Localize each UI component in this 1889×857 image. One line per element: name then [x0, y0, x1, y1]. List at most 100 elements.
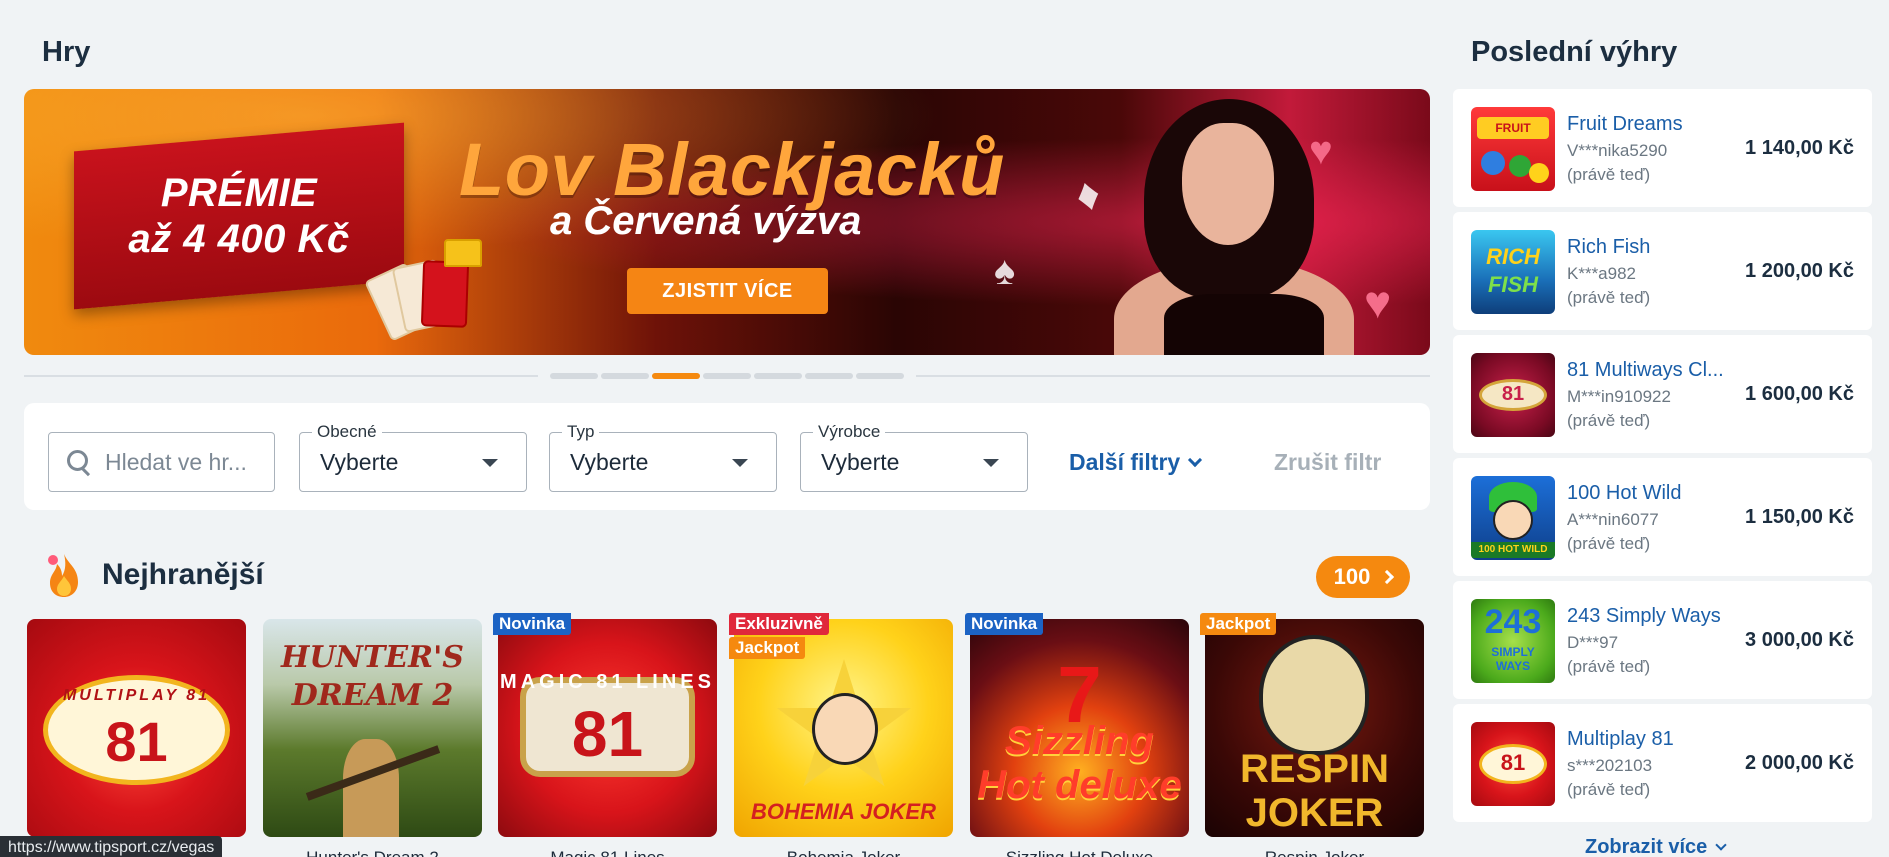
win-game-name[interactable]: Multiplay 81: [1567, 728, 1674, 751]
game-tile[interactable]: MAGIC 81 LINES 81: [498, 619, 717, 837]
win-time: (právě teď): [1567, 780, 1651, 799]
game-art-title: MAGIC 81 LINES: [500, 671, 715, 693]
badge-jackpot: Jackpot: [1200, 613, 1277, 635]
game-thumbnail: 100 HOT WILD: [1471, 476, 1555, 560]
game-tile[interactable]: HUNTER'S DREAM 2: [263, 619, 482, 837]
banner-ribbon-line2: až 4 400 Kč: [128, 217, 350, 261]
win-user: K***a982: [1567, 264, 1637, 283]
win-user: D***97: [1567, 633, 1619, 652]
typ-select[interactable]: Typ Vyberte: [549, 422, 777, 492]
slider-dot[interactable]: [754, 373, 802, 379]
win-user: A***nin6077: [1567, 510, 1659, 529]
banner-subline: a Červená výzva: [550, 199, 862, 243]
learn-more-button[interactable]: ZJISTIT VÍCE: [627, 268, 828, 314]
more-filters-button[interactable]: Další filtry: [1069, 449, 1203, 476]
heart-suit-icon: ♥: [1364, 276, 1392, 328]
promo-banner[interactable]: PRÉMIE až 4 400 Kč Lov Blackjacků a Červ…: [24, 89, 1430, 355]
slider-dot[interactable]: [601, 373, 649, 379]
typ-value: Vyberte: [570, 449, 649, 475]
clear-filter-button[interactable]: Zrušit filtr: [1274, 449, 1381, 476]
win-amount: 3 000,00 Kč: [1745, 629, 1854, 651]
vyrobce-label: Výrobce: [813, 422, 886, 442]
search-field[interactable]: [48, 432, 275, 492]
slider-dot[interactable]: [856, 373, 904, 379]
win-time: (právě teď): [1567, 657, 1651, 676]
win-game-name[interactable]: Rich Fish: [1567, 236, 1650, 259]
game-thumbnail: FRUIT: [1471, 107, 1555, 191]
game-thumbnail: RICH FISH: [1471, 230, 1555, 314]
win-time: (právě teď): [1567, 165, 1651, 184]
win-amount: 1 200,00 Kč: [1745, 260, 1854, 282]
recent-win-item[interactable]: RICH FISH Rich Fish K***a982 (právě teď)…: [1453, 212, 1872, 330]
slider-dots: [550, 373, 904, 379]
more-filters-label: Další filtry: [1069, 449, 1181, 475]
slider-dot[interactable]: [652, 373, 700, 379]
caret-down-icon: [983, 459, 999, 467]
game-art-title: RESPIN JOKER: [1240, 747, 1389, 835]
game-name[interactable]: Respin Joker: [1205, 848, 1424, 857]
game-thumbnail: 81: [1471, 722, 1555, 806]
badge-jackpot: Jackpot: [729, 637, 806, 659]
show-all-button[interactable]: 100: [1316, 556, 1410, 598]
win-game-name[interactable]: 100 Hot Wild: [1567, 482, 1682, 505]
game-tile[interactable]: 7 Sizzling Hot deluxe: [970, 619, 1189, 837]
filter-bar: Obecné Vyberte Typ Vyberte Výrobce Vyber…: [24, 403, 1430, 510]
win-time: (právě teď): [1567, 534, 1651, 553]
obecne-select[interactable]: Obecné Vyberte: [299, 422, 527, 492]
banner-model-image: [1104, 89, 1364, 355]
search-input[interactable]: [105, 448, 255, 476]
games-count: 100: [1333, 564, 1371, 589]
typ-label: Typ: [562, 422, 600, 442]
win-user: V***nika5290: [1567, 141, 1668, 160]
win-amount: 1 600,00 Kč: [1745, 383, 1854, 405]
banner-ribbon-line1: PRÉMIE: [160, 171, 318, 215]
game-tile[interactable]: MULTIPLAY 81 81: [27, 619, 246, 837]
win-amount: 2 000,00 Kč: [1745, 752, 1854, 774]
recent-wins-title: Poslední výhry: [1471, 36, 1678, 68]
game-name[interactable]: Hunter's Dream 2: [263, 848, 482, 857]
page-title: Hry: [42, 36, 91, 68]
search-icon: [65, 448, 93, 476]
game-thumbnail: 243 SIMPLY WAYS: [1471, 599, 1555, 683]
playing-cards-crown-graphic: [364, 239, 496, 349]
section-title: Nejhranější: [102, 558, 264, 591]
win-user: s***202103: [1567, 756, 1653, 775]
win-amount: 1 140,00 Kč: [1745, 137, 1854, 159]
win-game-name[interactable]: Fruit Dreams: [1567, 113, 1683, 136]
show-more-label: Zobrazit více: [1585, 836, 1708, 857]
recent-win-item[interactable]: FRUIT Fruit Dreams V***nika5290 (právě t…: [1453, 89, 1872, 207]
recent-win-item[interactable]: 81 Multiplay 81 s***202103 (právě teď) 2…: [1453, 704, 1872, 822]
game-art-title: HUNTER'S DREAM 2: [281, 640, 464, 713]
chevron-down-icon: [1188, 452, 1203, 467]
win-user: M***in910922: [1567, 387, 1671, 406]
flame-icon: [48, 554, 78, 597]
recent-win-item[interactable]: 243 SIMPLY WAYS 243 Simply Ways D***97 (p…: [1453, 581, 1872, 699]
win-time: (právě teď): [1567, 288, 1651, 307]
game-thumbnail: 81: [1471, 353, 1555, 437]
badge-novinka: Novinka: [493, 613, 572, 635]
win-game-name[interactable]: 81 Multiways Cl...: [1567, 359, 1724, 382]
chevron-right-icon: [1380, 569, 1395, 585]
game-name[interactable]: Sizzling Hot Deluxe: [970, 848, 1189, 857]
show-more-button[interactable]: Zobrazit více: [1585, 836, 1727, 857]
win-game-name[interactable]: 243 Simply Ways: [1567, 605, 1721, 628]
win-amount: 1 150,00 Kč: [1745, 506, 1854, 528]
slider-track-right: [916, 375, 1430, 377]
game-tile[interactable]: RESPIN JOKER: [1205, 619, 1424, 837]
recent-win-item[interactable]: 100 HOT WILD 100 Hot Wild A***nin6077 (p…: [1453, 458, 1872, 576]
game-name[interactable]: Magic 81 Lines: [498, 848, 717, 857]
chevron-down-icon: [1715, 838, 1727, 851]
status-url: https://www.tipsport.cz/vegas: [0, 836, 223, 857]
banner-ribbon: [74, 122, 404, 310]
badge-exkluzivne: Exkluzivně: [729, 613, 829, 635]
vyrobce-select[interactable]: Výrobce Vyberte: [800, 422, 1028, 492]
spade-suit-icon: ♠: [994, 249, 1016, 293]
slider-dot[interactable]: [703, 373, 751, 379]
caret-down-icon: [732, 459, 748, 467]
slider-dot[interactable]: [805, 373, 853, 379]
vyrobce-value: Vyberte: [821, 449, 900, 475]
slider-dot[interactable]: [550, 373, 598, 379]
game-name[interactable]: Bohemia Joker: [734, 848, 953, 857]
game-art-title: Sizzling Hot deluxe: [977, 719, 1182, 807]
recent-win-item[interactable]: 81 81 Multiways Cl... M***in910922 (práv…: [1453, 335, 1872, 453]
